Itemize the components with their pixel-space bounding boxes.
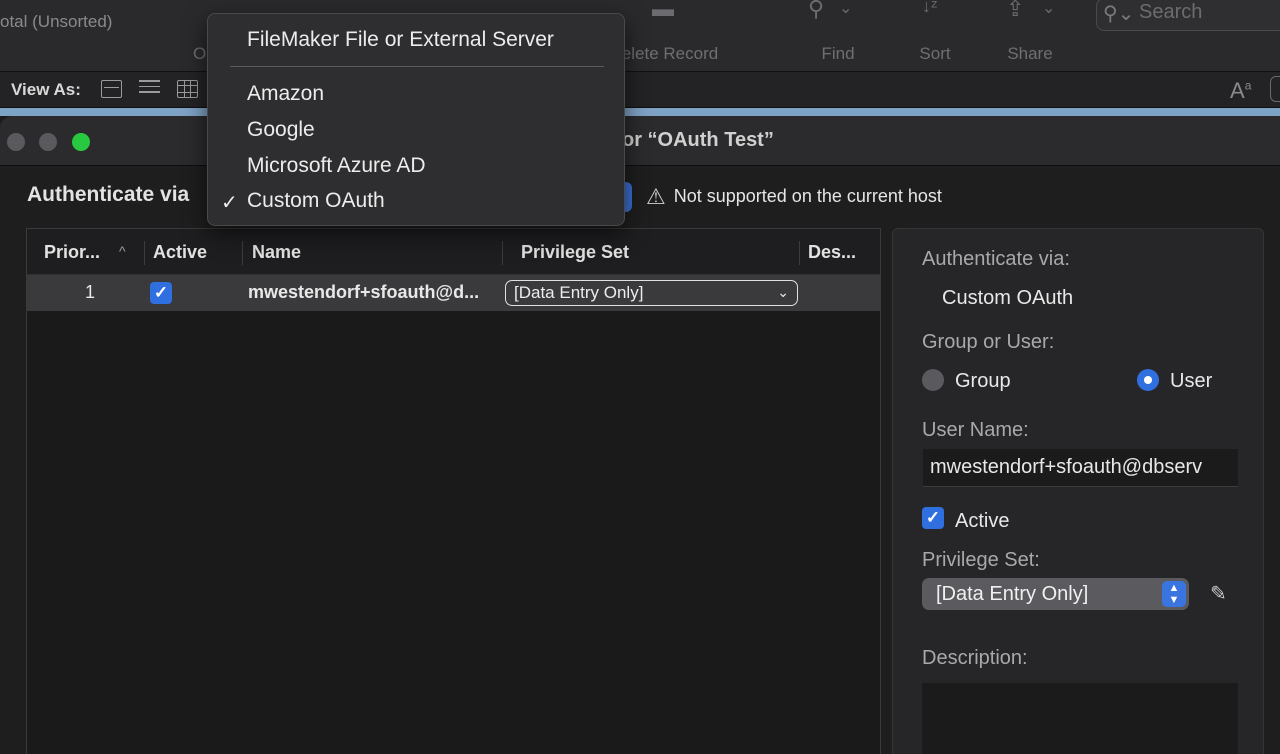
column-separator[interactable] <box>799 241 800 265</box>
dialog-titlebar: ty for “OAuth Test” <box>0 116 1280 166</box>
find-label: Find <box>821 44 855 63</box>
layout-divider <box>0 108 1280 116</box>
menu-item-google[interactable]: Google <box>247 118 315 142</box>
column-header-privilege-set[interactable]: Privilege Set <box>521 242 629 263</box>
menu-separator <box>230 66 604 67</box>
user-name-label: User Name: <box>922 419 1029 441</box>
group-radio[interactable] <box>922 369 944 391</box>
description-label: Description: <box>922 647 1028 669</box>
group-radio-label[interactable]: Group <box>955 370 1011 393</box>
host-warning-text: Not supported on the current host <box>673 186 942 206</box>
sort-ascending-icon: ^ <box>119 243 126 259</box>
share-label: Share <box>1007 44 1053 63</box>
sort-button[interactable]: ↓ᶻ Sort <box>908 0 962 72</box>
close-window-button[interactable] <box>7 133 25 151</box>
sort-label: Sort <box>919 44 951 63</box>
row-privilege-set-value: [Data Entry Only] <box>514 283 644 302</box>
share-icon: ⇪ <box>1006 0 1025 21</box>
account-details-panel: Authenticate via: Custom OAuth Group or … <box>892 228 1264 754</box>
menu-item-filemaker[interactable]: FileMaker File or External Server <box>247 28 554 52</box>
column-separator[interactable] <box>144 241 145 265</box>
column-separator[interactable] <box>242 241 243 265</box>
user-radio[interactable] <box>1137 369 1159 391</box>
share-button[interactable]: ⇪ ⌄ Share <box>1000 0 1060 72</box>
zoom-window-button[interactable] <box>72 133 90 151</box>
menu-item-custom-oauth[interactable]: Custom OAuth <box>247 189 385 213</box>
row-account-name: mwestendorf+sfoauth@d... <box>248 282 480 302</box>
active-checkbox[interactable]: ✓ <box>922 507 944 529</box>
column-header-active[interactable]: Active <box>153 242 207 263</box>
group-or-user-label: Group or User: <box>922 331 1055 353</box>
view-as-bar: View As: Aa <box>0 72 1280 108</box>
record-count-status: otal (Unsorted) <box>0 12 113 31</box>
authenticate-via-label: Authenticate via <box>27 183 190 206</box>
delete-record-icon: ▬ <box>652 0 674 21</box>
search-field[interactable]: ⚲⌄ Search <box>1096 0 1280 31</box>
menu-item-microsoft-azure-ad[interactable]: Microsoft Azure AD <box>247 154 426 178</box>
view-as-form-icon[interactable] <box>101 80 122 98</box>
privilege-set-label: Privilege Set: <box>922 549 1040 571</box>
checkmark-icon: ✓ <box>221 192 238 214</box>
description-field[interactable] <box>922 683 1238 754</box>
column-header-name[interactable]: Name <box>252 242 301 263</box>
sort-az-icon: ↓ᶻ <box>922 0 938 16</box>
privilege-set-select[interactable]: [Data Entry Only] ▲ ▼ <box>922 578 1189 610</box>
text-size-icon[interactable]: Aa <box>1230 78 1251 104</box>
column-header-description[interactable]: Des... <box>808 242 856 263</box>
delete-record-label: elete Record <box>621 44 719 63</box>
find-button[interactable]: ⚲ ⌄ Find <box>805 0 871 72</box>
user-name-field[interactable]: mwestendorf+sfoauth@dbserv <box>923 449 1238 487</box>
table-header: Prior... ^ Active Name Privilege Set Des… <box>27 229 880 275</box>
user-radio-label[interactable]: User <box>1170 370 1212 393</box>
edit-privilege-set-pencil-icon[interactable]: ✎ <box>1210 581 1227 606</box>
menu-item-amazon[interactable]: Amazon <box>247 82 324 106</box>
row-active-checkbox[interactable]: ✓ <box>150 282 172 304</box>
panel-authenticate-via-label: Authenticate via: <box>922 248 1070 270</box>
magnifier-icon: ⚲ <box>808 0 825 21</box>
chevron-down-icon: ⌄ <box>777 284 789 300</box>
up-down-chevron-icon: ▲ ▼ <box>1162 581 1186 607</box>
share-chevron-down-icon[interactable]: ⌄ <box>1042 0 1055 18</box>
row-privilege-set-select[interactable]: [Data Entry Only] ⌄ <box>505 280 798 306</box>
find-chevron-down-icon[interactable]: ⌄ <box>839 0 852 18</box>
column-header-priority[interactable]: Prior... <box>44 242 100 263</box>
accounts-table: Prior... ^ Active Name Privilege Set Des… <box>26 228 881 754</box>
search-icon: ⚲⌄ <box>1103 3 1135 25</box>
manage-security-dialog: ty for “OAuth Test” Authenticate via ⚠ No… <box>0 116 1280 754</box>
table-row[interactable]: 1 ✓ mwestendorf+sfoauth@d... [Data Entry… <box>27 275 880 311</box>
active-checkbox-label[interactable]: Active <box>955 510 1009 533</box>
top-toolbar: otal (Unsorted) O ▬ elete Record ⚲ ⌄ Fin… <box>0 0 1280 72</box>
toolbar-partial-label: O <box>193 44 207 63</box>
edit-layout-button[interactable] <box>1270 76 1280 102</box>
minimize-window-button[interactable] <box>39 133 57 151</box>
view-as-table-icon[interactable] <box>177 80 198 98</box>
host-warning: ⚠ Not supported on the current host <box>646 184 942 210</box>
column-separator[interactable] <box>502 241 503 265</box>
panel-authenticate-via-value: Custom OAuth <box>942 287 1074 309</box>
warning-icon: ⚠ <box>646 184 666 209</box>
view-as-list-icon[interactable] <box>139 80 160 98</box>
search-placeholder: Search <box>1139 1 1203 23</box>
row-priority: 1 <box>85 282 96 302</box>
authenticate-via-menu: FileMaker File or External Server Amazon… <box>207 13 625 226</box>
privilege-set-value: [Data Entry Only] <box>936 583 1089 605</box>
delete-record-button[interactable]: ▬ elete Record <box>614 0 726 72</box>
view-as-label: View As: <box>11 80 81 99</box>
